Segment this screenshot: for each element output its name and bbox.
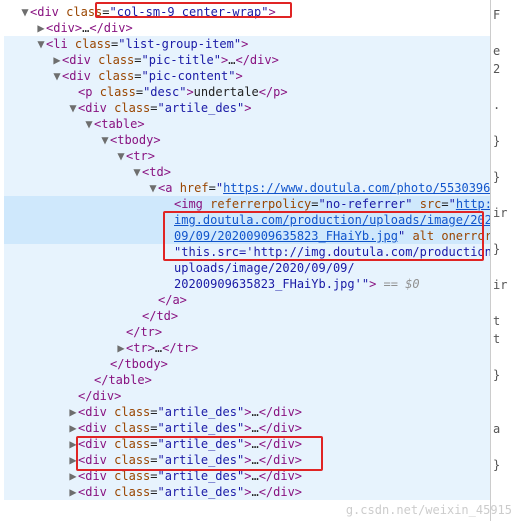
node-table[interactable]: ▼<table> [4, 116, 490, 132]
side-line: ir [493, 204, 516, 222]
expand-triangle[interactable]: ▼ [36, 36, 46, 52]
expand-triangle[interactable]: ▼ [84, 116, 94, 132]
node-tr[interactable]: ▼<tr> [4, 148, 490, 164]
side-line: a [493, 420, 516, 438]
side-line: } [493, 168, 516, 186]
spacer [164, 196, 174, 212]
side-line: ir [493, 276, 516, 294]
side-line [493, 294, 516, 312]
node-tr-collapsed[interactable]: ▶<tr>…</tr> [4, 340, 490, 356]
side-line [493, 258, 516, 276]
expand-triangle[interactable]: ▼ [100, 132, 110, 148]
side-line: F [493, 6, 516, 24]
side-line: t [493, 330, 516, 348]
node-desc[interactable]: <p class="desc">undertale</p> [4, 84, 490, 100]
node-img-line2: img.doutula.com/production/uploads/image… [4, 212, 490, 228]
side-line: . [493, 96, 516, 114]
node-artile-sibling-1[interactable]: ▶<div class="artile_des">…</div> [4, 404, 490, 420]
expand-triangle[interactable]: ▼ [132, 164, 142, 180]
side-line: } [493, 240, 516, 258]
close-table[interactable]: </table> [4, 372, 490, 388]
node-li[interactable]: ▼<li class="list-group-item"> [4, 36, 490, 52]
close-tr[interactable]: </tr> [4, 324, 490, 340]
side-line: 2 [493, 60, 516, 78]
collapse-triangle[interactable]: ▶ [36, 20, 46, 36]
collapse-triangle[interactable]: ▶ [68, 420, 78, 436]
side-line [493, 348, 516, 366]
close-td[interactable]: </td> [4, 308, 490, 324]
node-img-onerror3: 20200909635823_FHaiYb.jpg'"> == $0 [4, 276, 490, 292]
node-div-wrap[interactable]: ▼<div class="col-sm-9 center-wrap"> [4, 4, 490, 20]
node-img-onerror1: "this.src='http://img.doutula.com/produc… [4, 244, 490, 260]
side-line [493, 24, 516, 42]
spacer [68, 84, 78, 100]
node-artile-des[interactable]: ▼<div class="artile_des"> [4, 100, 490, 116]
node-div-collapsed[interactable]: ▶<div>…</div> [4, 20, 490, 36]
node-img-selected[interactable]: <img referrerpolicy="no-referrer" src="h… [4, 196, 490, 212]
node-artile-sibling-5[interactable]: ▶<div class="artile_des">…</div> [4, 468, 490, 484]
side-line [493, 78, 516, 96]
collapse-triangle[interactable]: ▶ [68, 404, 78, 420]
node-a[interactable]: ▼<a href="https://www.doutula.com/photo/… [4, 180, 490, 196]
expand-triangle[interactable]: ▼ [52, 68, 62, 84]
side-line [493, 150, 516, 168]
node-pic-title[interactable]: ▶<div class="pic-title">…</div> [4, 52, 490, 68]
node-artile-sibling-6[interactable]: ▶<div class="artile_des">…</div> [4, 484, 490, 500]
collapse-triangle[interactable]: ▶ [52, 52, 62, 68]
node-artile-sibling-4[interactable]: ▶<div class="artile_des">…</div> [4, 452, 490, 468]
expand-triangle[interactable]: ▼ [116, 148, 126, 164]
node-artile-sibling-3[interactable]: ▶<div class="artile_des">…</div> [4, 436, 490, 452]
side-line: } [493, 456, 516, 474]
side-line [493, 114, 516, 132]
side-line: } [493, 132, 516, 150]
node-pic-content[interactable]: ▼<div class="pic-content"> [4, 68, 490, 84]
side-line [493, 222, 516, 240]
side-line [493, 384, 516, 402]
node-img-line3: 09/09/20200909635823_FHaiYb.jpg" alt one… [4, 228, 490, 244]
node-artile-sibling-2[interactable]: ▶<div class="artile_des">…</div> [4, 420, 490, 436]
side-line [493, 402, 516, 420]
close-tbody[interactable]: </tbody> [4, 356, 490, 372]
node-td[interactable]: ▼<td> [4, 164, 490, 180]
expand-triangle[interactable]: ▼ [20, 4, 30, 20]
close-a[interactable]: </a> [4, 292, 490, 308]
side-line [493, 438, 516, 456]
dom-tree[interactable]: ▼<div class="col-sm-9 center-wrap"> ▶<di… [0, 0, 490, 521]
expand-triangle[interactable]: ▼ [148, 180, 158, 196]
styles-panel[interactable]: F e 2 . } } ir } ir t t } a } [490, 0, 518, 521]
node-tbody[interactable]: ▼<tbody> [4, 132, 490, 148]
close-artile[interactable]: </div> [4, 388, 490, 404]
expand-triangle[interactable]: ▼ [68, 100, 78, 116]
node-img-onerror2: uploads/image/2020/09/09/ [4, 260, 490, 276]
collapse-triangle[interactable]: ▶ [116, 340, 126, 356]
side-line: e [493, 42, 516, 60]
side-line: } [493, 366, 516, 384]
side-line: t [493, 312, 516, 330]
side-line [493, 186, 516, 204]
